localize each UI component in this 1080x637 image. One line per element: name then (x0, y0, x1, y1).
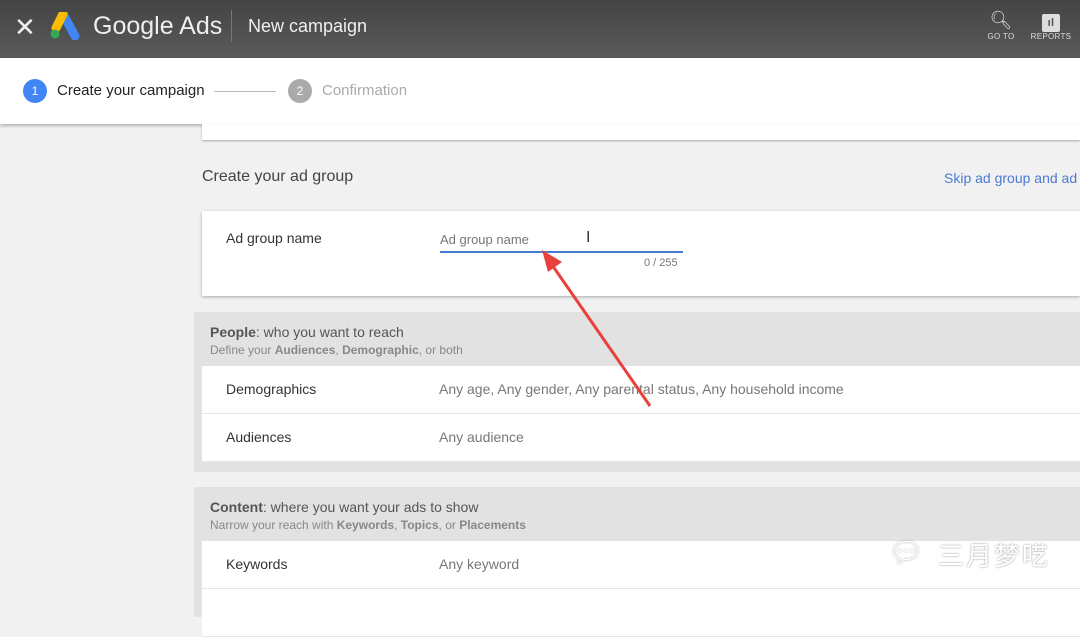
annotation-arrow (542, 250, 652, 407)
wechat-icon: 💬︎ (888, 537, 924, 568)
watermark: 三月梦呓 (938, 541, 1051, 571)
